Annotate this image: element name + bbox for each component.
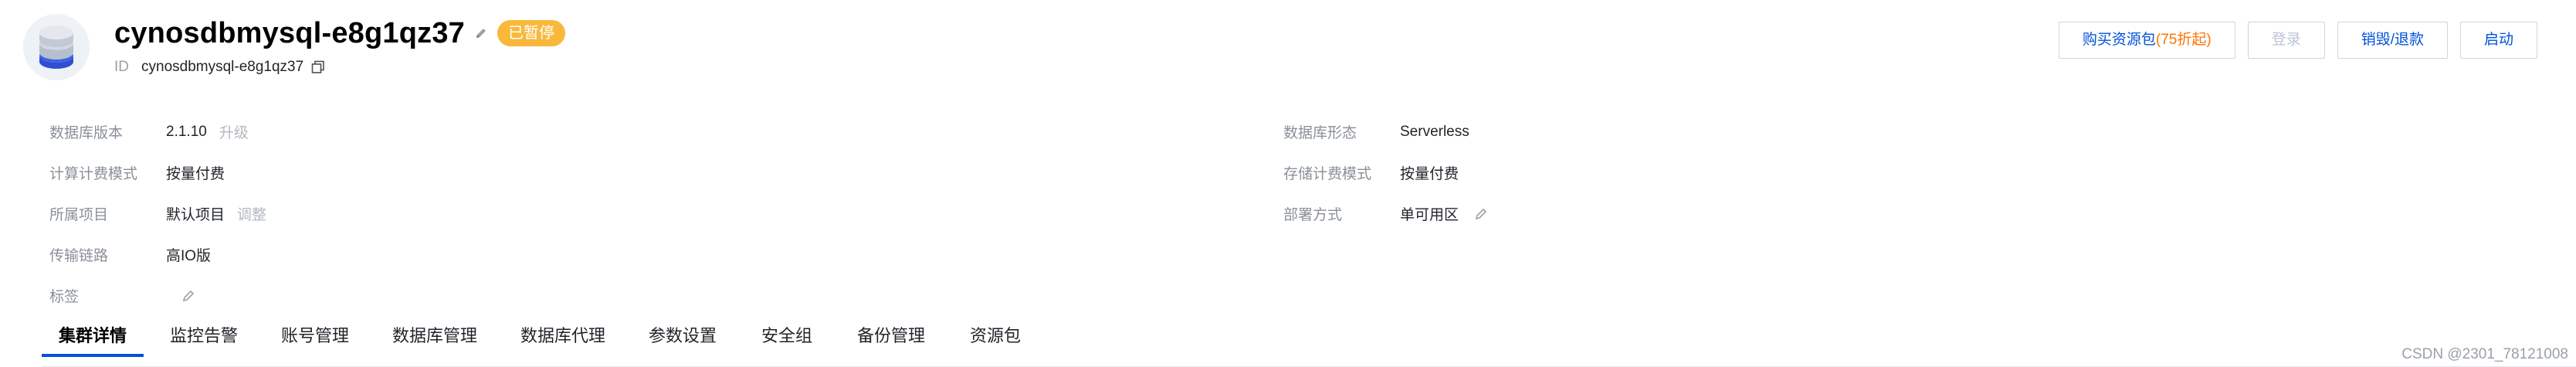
info-value: 2.1.10: [166, 123, 207, 140]
buy-package-label: 购买资源包: [2082, 32, 2156, 48]
rename-pencil-icon[interactable]: [474, 26, 488, 40]
edit-tags-pencil-icon[interactable]: [181, 289, 195, 303]
info-row-db-version: 数据库版本 2.1.10 升级: [49, 111, 266, 152]
info-value: 高IO版: [166, 248, 212, 264]
info-value: Serverless: [1400, 123, 1469, 140]
tab-resource-package[interactable]: 资源包: [953, 318, 1038, 354]
title-row: cynosdbmysql-e8g1qz37 已暂停: [114, 14, 566, 53]
login-button[interactable]: 登录: [2247, 22, 2325, 59]
info-value: 按量付费: [1400, 166, 1459, 182]
info-label: 存储计费模式: [1283, 166, 1372, 182]
tab-database-management[interactable]: 数据库管理: [375, 318, 494, 354]
tab-backup[interactable]: 备份管理: [840, 318, 942, 354]
action-bar: 购买资源包(75折起) 登录 销毁/退款 启动: [2058, 22, 2537, 59]
tab-monitoring[interactable]: 监控告警: [153, 318, 255, 354]
info-row-storage-billing: 存储计费模式 按量付费: [1283, 152, 1488, 193]
info-label: 传输链路: [49, 248, 109, 264]
database-icon: [39, 25, 73, 69]
buy-package-discount: (75折起): [2155, 32, 2212, 48]
info-row-project: 所属项目 默认项目 调整: [49, 193, 266, 234]
info-right-column: 数据库形态 Serverless 存储计费模式 按量付费 部署方式 单可用区: [1283, 111, 1488, 234]
info-left-column: 数据库版本 2.1.10 升级 计算计费模式 按量付费 所属项目 默认项目 调整…: [49, 111, 266, 316]
id-row: ID cynosdbmysql-e8g1qz37: [114, 54, 325, 80]
tab-database-proxy[interactable]: 数据库代理: [503, 318, 622, 354]
tab-cluster-details[interactable]: 集群详情: [42, 318, 144, 357]
id-label: ID: [114, 59, 129, 75]
info-label: 所属项目: [49, 207, 109, 223]
buy-package-button[interactable]: 购买资源包(75折起): [2058, 22, 2235, 59]
watermark: CSDN @2301_78121008: [2401, 346, 2568, 362]
instance-title: cynosdbmysql-e8g1qz37: [114, 16, 466, 49]
tab-security-group[interactable]: 安全组: [744, 318, 829, 354]
tab-parameters[interactable]: 参数设置: [632, 318, 734, 354]
status-badge: 已暂停: [497, 20, 566, 46]
info-row-compute-billing: 计算计费模式 按量付费: [49, 152, 266, 193]
info-row-transport: 传输链路 高IO版: [49, 234, 266, 275]
info-row-deployment: 部署方式 单可用区: [1283, 193, 1488, 234]
info-row-db-form: 数据库形态 Serverless: [1283, 111, 1488, 152]
upgrade-link[interactable]: 升级: [219, 121, 249, 142]
info-label: 数据库版本: [49, 125, 124, 141]
info-value: 按量付费: [166, 166, 225, 182]
database-logo: [23, 14, 90, 80]
id-value: cynosdbmysql-e8g1qz37: [141, 59, 304, 75]
tab-accounts[interactable]: 账号管理: [264, 318, 366, 354]
destroy-refund-button[interactable]: 销毁/退款: [2337, 22, 2448, 59]
info-row-tags: 标签: [49, 275, 266, 316]
info-label: 数据库形态: [1283, 125, 1357, 141]
info-label: 标签: [49, 289, 80, 305]
info-value: 单可用区: [1400, 207, 1459, 223]
detail-tabs: 集群详情 监控告警 账号管理 数据库管理 数据库代理 参数设置 安全组 备份管理…: [42, 318, 2576, 367]
start-button[interactable]: 启动: [2459, 22, 2537, 59]
info-label: 计算计费模式: [49, 166, 138, 182]
info-label: 部署方式: [1283, 207, 1343, 223]
copy-icon[interactable]: [311, 60, 325, 74]
info-value: 默认项目: [166, 207, 225, 223]
adjust-project-link[interactable]: 调整: [237, 203, 266, 224]
edit-deployment-pencil-icon[interactable]: [1474, 207, 1488, 221]
